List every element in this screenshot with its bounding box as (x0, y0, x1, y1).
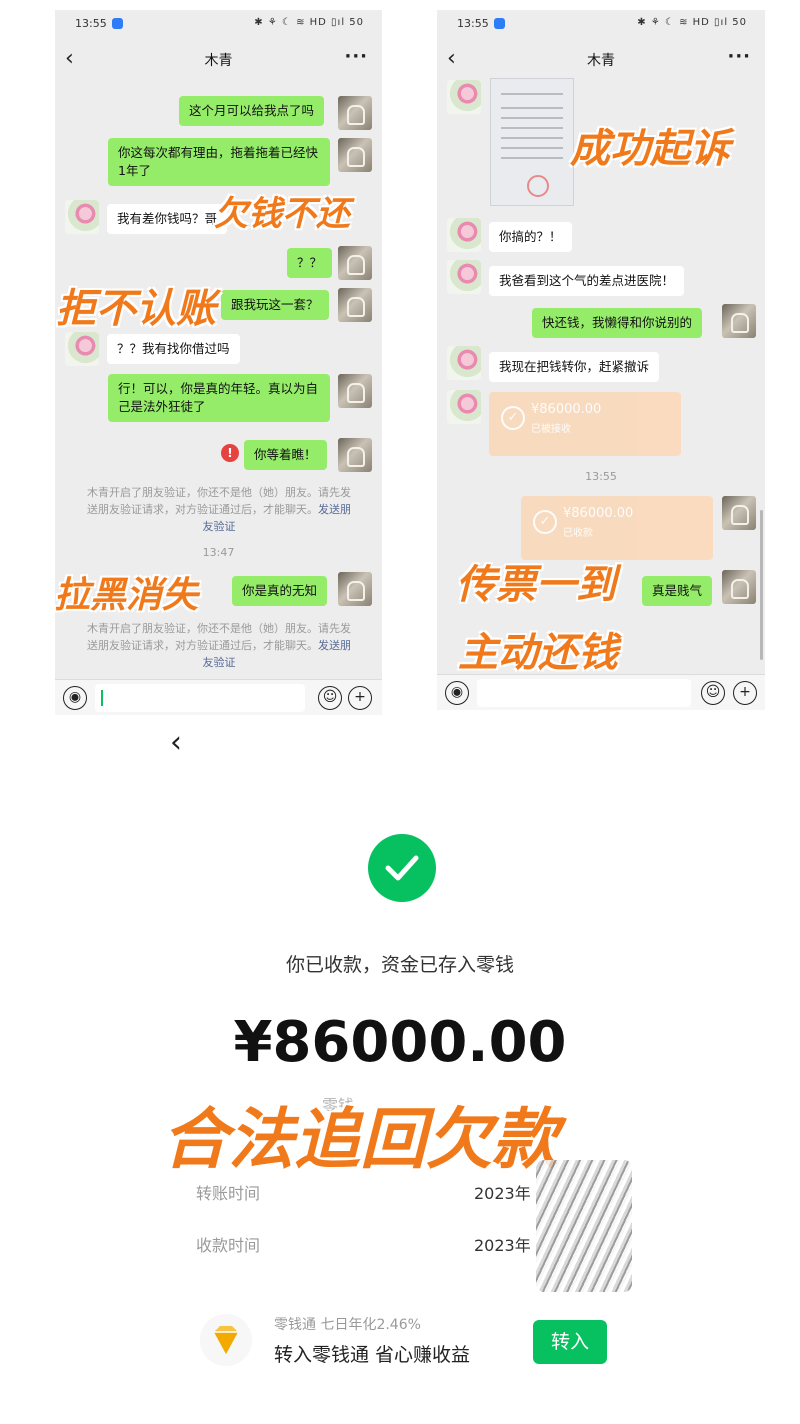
friend-avatar[interactable] (447, 346, 481, 380)
friend-avatar[interactable] (65, 332, 99, 366)
emoji-icon[interactable]: ☺ (701, 681, 725, 705)
message-input[interactable] (477, 679, 691, 707)
message-bubble-sent: 你这每次都有理由，拖着拖着已经快1年了 (108, 138, 330, 186)
chat-timestamp: 13:55 (585, 470, 617, 483)
message-input[interactable] (95, 684, 305, 712)
transfer-status: 已被接收 (531, 424, 571, 435)
plus-icon[interactable]: + (348, 686, 372, 710)
caption-overlay: 欠钱不还 (214, 194, 350, 234)
notice-text: 木青开启了朋友验证，你还不是他（她）朋友。请先发送朋友验证请求，对方验证通过后，… (87, 622, 351, 652)
self-avatar[interactable] (338, 96, 372, 130)
self-avatar[interactable] (338, 246, 372, 280)
caption-overlay: 成功起诉 (570, 126, 730, 172)
transfer-amount: ¥86000.00 (563, 506, 634, 521)
message-bubble-received: 我现在把钱转你，赶紧撤诉 (489, 352, 660, 382)
scrollbar[interactable] (760, 510, 763, 660)
message-bubble-sent: 你是真的无知 (232, 576, 328, 606)
redaction-scribble (536, 1160, 632, 1292)
message-bubble-received: ？？我有找你借过吗 (107, 334, 240, 364)
friend-verification-notice: 木青开启了朋友验证，你还不是他（她）朋友。请先发送朋友验证请求，对方验证通过后，… (83, 620, 355, 671)
transfer-time-value: 2023年 (474, 1184, 531, 1203)
self-avatar[interactable] (722, 496, 756, 530)
lingqiantong-promo: 转入零钱通 省心赚收益 (274, 1344, 471, 1366)
message-bubble-sent: 快还钱，我懒得和你说别的 (532, 308, 703, 338)
app-notification-icon (112, 18, 123, 29)
message-bubble-received: 我爸看到这个气的差点进医院！ (489, 266, 685, 296)
self-avatar[interactable] (722, 570, 756, 604)
chat-header: ‹ 木青 ··· (55, 40, 382, 80)
chat-timestamp: 13:47 (202, 546, 235, 559)
more-icon[interactable]: ··· (344, 46, 368, 67)
caption-overlay: 拒不认账 (56, 286, 216, 332)
voice-icon[interactable]: ◉ (445, 681, 469, 705)
message-bubble-received: 你搞的？！ (489, 222, 572, 252)
caption-overlay: 合法追回欠款 (162, 1101, 558, 1178)
chat-title: 木青 (204, 53, 233, 69)
message-bubble-sent: 你等着瞧！ (244, 440, 327, 470)
text-cursor (101, 690, 103, 706)
chat-title: 木青 (587, 53, 615, 69)
receive-time-label: 收款时间 (196, 1236, 261, 1255)
send-failed-icon[interactable]: ! (221, 444, 239, 462)
status-icons: ✱ ⚘ ☾ ≋ HD ▯ıl 50 (637, 17, 747, 28)
self-avatar[interactable] (338, 138, 372, 172)
check-icon: ✓ (533, 510, 557, 534)
receive-time-value: 2023年 (474, 1236, 531, 1255)
transfer-amount: ¥86000.00 (531, 402, 602, 417)
message-bubble-sent: ？？ (287, 248, 333, 278)
receipt-status-text: 你已收款，资金已存入零钱 (285, 954, 514, 976)
status-time: 13:55 (75, 17, 107, 30)
lingqiantong-rate: 零钱通 七日年化2.46% (274, 1317, 421, 1333)
app-notification-icon (494, 18, 505, 29)
voice-icon[interactable]: ◉ (63, 686, 87, 710)
message-bubble-sent: 这个月可以给我点了吗 (179, 96, 325, 126)
receipt-amount: ¥86000.00 (233, 1010, 567, 1075)
self-avatar[interactable] (338, 572, 372, 606)
notice-text: 木青开启了朋友验证，你还不是他（她）朋友。请先发送朋友验证请求，对方验证通过后，… (87, 486, 351, 516)
friend-avatar[interactable] (447, 390, 481, 424)
chat-header: ‹ 木青 ··· (437, 40, 765, 80)
self-avatar[interactable] (338, 374, 372, 408)
caption-overlay: 拉黑消失 (54, 575, 199, 616)
transfer-card-received[interactable]: ✓ ¥86000.00 已被接收 (489, 392, 681, 456)
message-bubble-received: 我有差你钱吗？哥 (107, 204, 228, 234)
seal-stamp-icon (527, 175, 549, 197)
transfer-card-sent[interactable]: ✓ ¥86000.00 已收款 (521, 496, 713, 560)
friend-avatar[interactable] (447, 80, 481, 114)
status-bar: 13:55 ✱ ⚘ ☾ ≋ HD ▯ıl 50 (437, 10, 765, 36)
transfer-time-label: 转账时间 (196, 1184, 261, 1203)
court-document-image[interactable] (490, 78, 574, 206)
message-bubble-sent: 跟我玩这一套？ (221, 290, 329, 320)
diamond-icon (200, 1314, 252, 1366)
status-bar: 13:55 ✱ ⚘ ☾ ≋ HD ▯ıl 50 (55, 10, 382, 36)
friend-avatar[interactable] (447, 260, 481, 294)
self-avatar[interactable] (338, 288, 372, 322)
emoji-icon[interactable]: ☺ (318, 686, 342, 710)
friend-verification-notice: 木青开启了朋友验证，你还不是他（她）朋友。请先发送朋友验证请求，对方验证通过后，… (83, 484, 355, 535)
more-icon[interactable]: ··· (727, 46, 751, 67)
plus-icon[interactable]: + (733, 681, 757, 705)
back-chevron-icon[interactable]: ‹ (170, 725, 182, 760)
message-bubble-sent: 行！可以，你是真的年轻。真以为自己是法外狂徒了 (108, 374, 330, 422)
status-time: 13:55 (457, 17, 489, 30)
caption-overlay: 传票一到 (456, 562, 616, 608)
caption-overlay: 主动还钱 (458, 630, 618, 676)
chat-input-bar: ◉ ☺ + (55, 679, 382, 715)
transfer-in-button[interactable]: 转入 (533, 1320, 607, 1364)
chat-input-bar: ◉ ☺ + (437, 674, 765, 710)
transfer-status: 已收款 (563, 528, 593, 539)
message-bubble-sent: 真是贱气 (642, 576, 713, 606)
friend-avatar[interactable] (447, 218, 481, 252)
self-avatar[interactable] (722, 304, 756, 338)
success-check-icon (368, 834, 436, 902)
self-avatar[interactable] (338, 438, 372, 472)
status-icons: ✱ ⚘ ☾ ≋ HD ▯ıl 50 (254, 17, 364, 28)
friend-avatar[interactable] (65, 200, 99, 234)
check-icon: ✓ (501, 406, 525, 430)
